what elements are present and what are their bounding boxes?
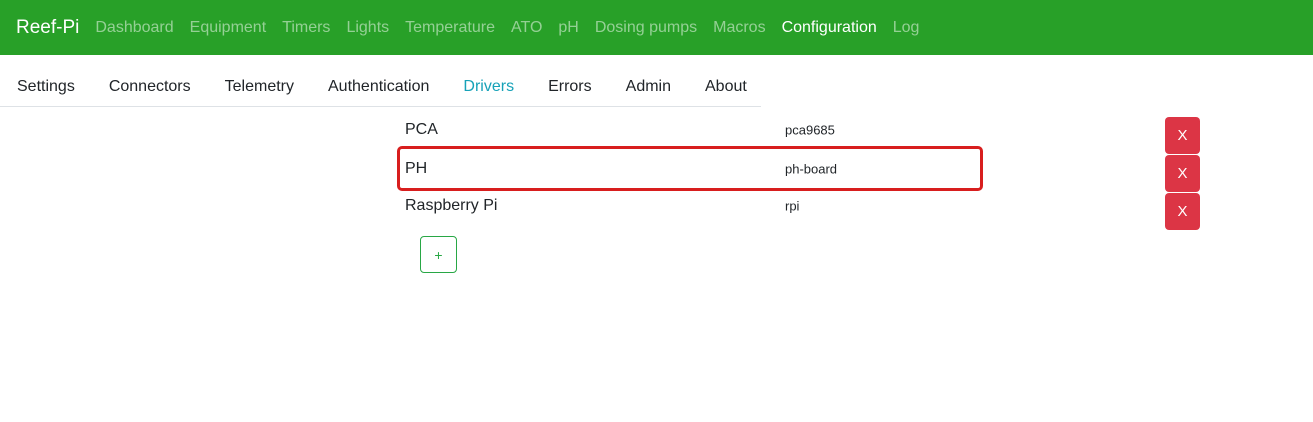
tab-about[interactable]: About bbox=[688, 78, 764, 96]
nav-log[interactable]: Log bbox=[885, 19, 928, 37]
nav-timers[interactable]: Timers bbox=[274, 19, 338, 37]
tab-errors[interactable]: Errors bbox=[531, 78, 609, 96]
driver-type: rpi bbox=[785, 198, 800, 214]
driver-name: Raspberry Pi bbox=[405, 197, 498, 214]
tab-telemetry[interactable]: Telemetry bbox=[208, 78, 311, 96]
nav-equipment[interactable]: Equipment bbox=[182, 19, 275, 37]
driver-row-rpi: Raspberry Pi rpi bbox=[397, 187, 983, 225]
tab-admin[interactable]: Admin bbox=[609, 78, 688, 96]
tab-drivers[interactable]: Drivers bbox=[446, 78, 531, 96]
driver-type: pca9685 bbox=[785, 122, 835, 138]
add-driver-button[interactable]: + bbox=[420, 236, 457, 273]
tab-settings[interactable]: Settings bbox=[0, 78, 92, 96]
brand-logo[interactable]: Reef-Pi bbox=[16, 17, 79, 39]
driver-row-pca: PCA pca9685 bbox=[397, 111, 983, 149]
nav-dosing-pumps[interactable]: Dosing pumps bbox=[587, 19, 705, 37]
config-tabs: Settings Connectors Telemetry Authentica… bbox=[0, 67, 761, 107]
nav-ph[interactable]: pH bbox=[550, 19, 586, 37]
nav-macros[interactable]: Macros bbox=[705, 19, 773, 37]
tab-authentication[interactable]: Authentication bbox=[311, 78, 446, 96]
nav-configuration[interactable]: Configuration bbox=[774, 19, 885, 37]
delete-driver-rpi-button[interactable]: X bbox=[1165, 193, 1200, 230]
nav-lights[interactable]: Lights bbox=[338, 19, 397, 37]
delete-driver-pca-button[interactable]: X bbox=[1165, 117, 1200, 154]
delete-driver-ph-button[interactable]: X bbox=[1165, 155, 1200, 192]
top-navbar: Reef-Pi Dashboard Equipment Timers Light… bbox=[0, 0, 1313, 55]
driver-name: PH bbox=[405, 159, 428, 177]
nav-dashboard[interactable]: Dashboard bbox=[87, 19, 181, 37]
driver-type: ph-board bbox=[785, 161, 838, 176]
nav-links: Dashboard Equipment Timers Lights Temper… bbox=[87, 19, 927, 37]
tab-connectors[interactable]: Connectors bbox=[92, 78, 208, 96]
driver-row-ph: PH ph-board bbox=[397, 146, 983, 191]
nav-ato[interactable]: ATO bbox=[503, 19, 550, 37]
nav-temperature[interactable]: Temperature bbox=[397, 19, 503, 37]
driver-name: PCA bbox=[405, 121, 438, 138]
